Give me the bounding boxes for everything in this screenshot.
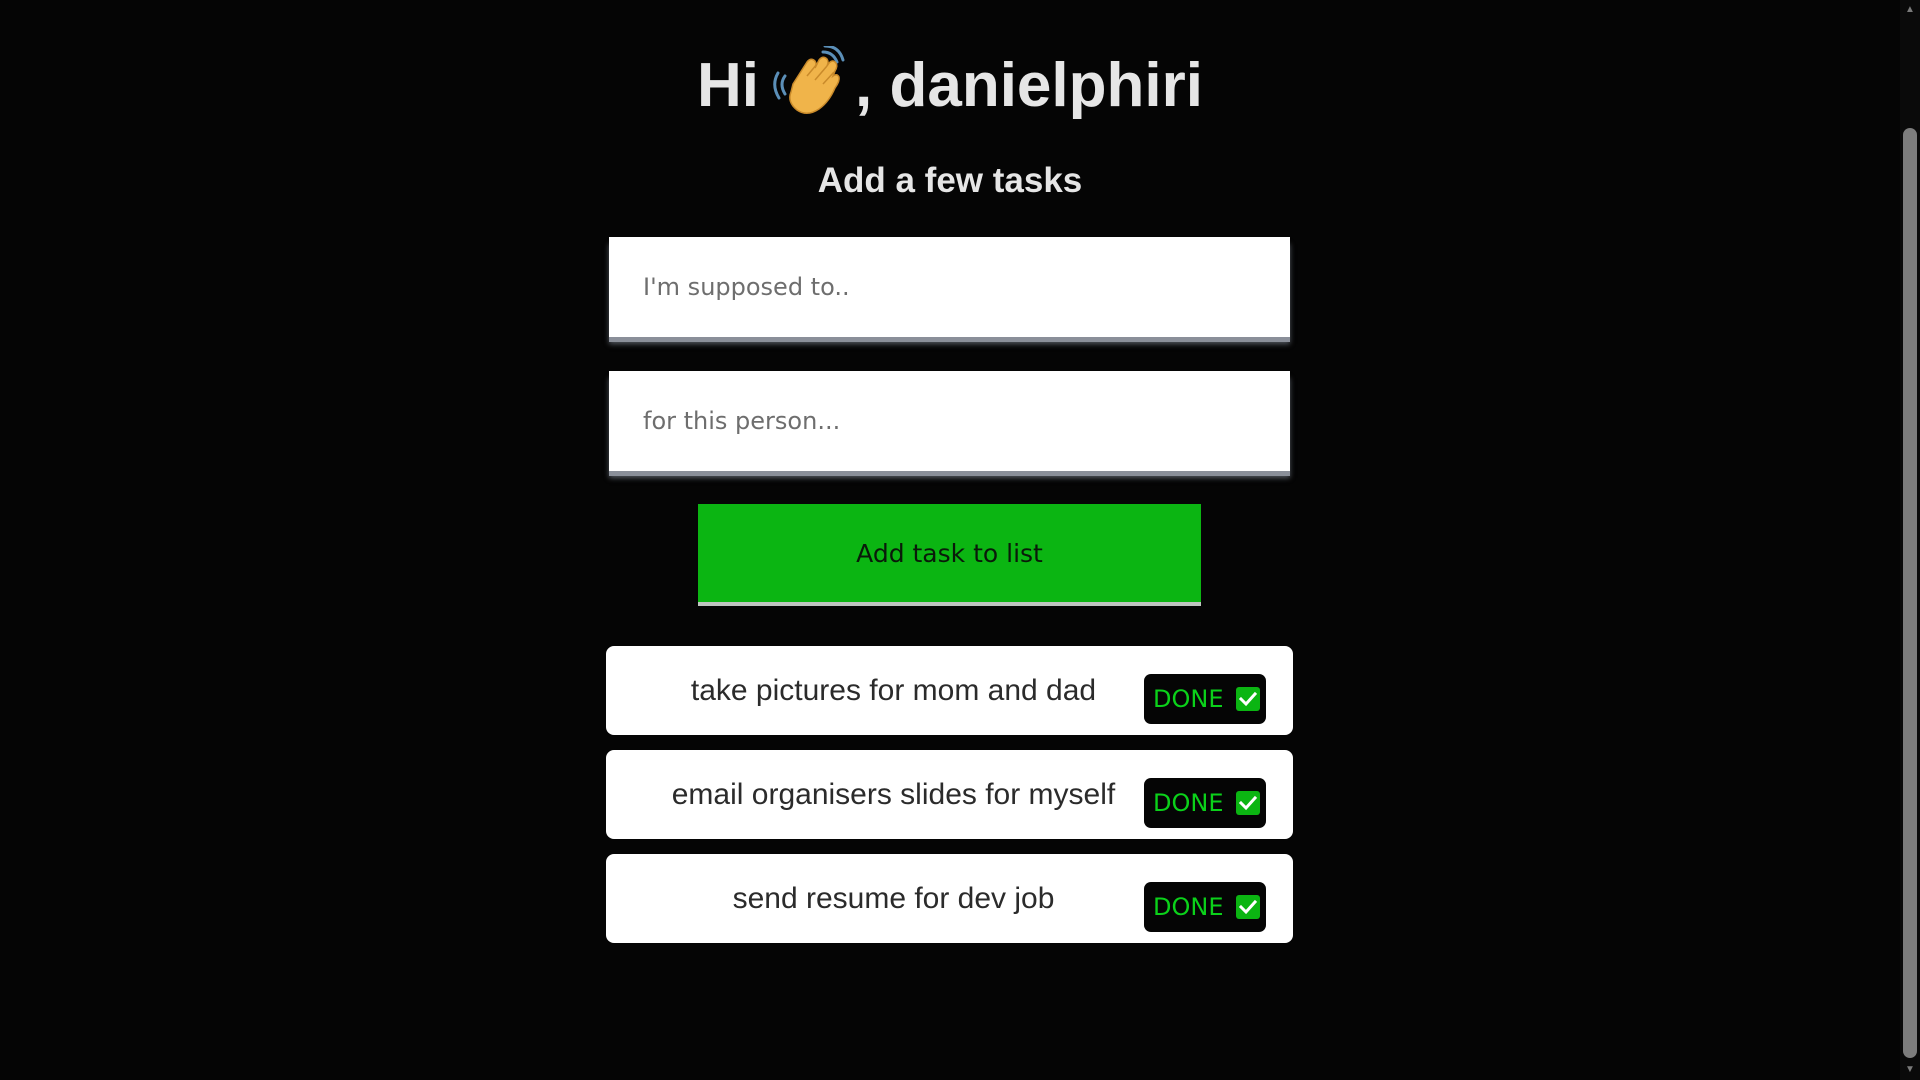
task-text: take pictures for mom and dad xyxy=(690,674,1097,707)
person-field xyxy=(609,371,1290,471)
greeting-heading: Hi , danielphiri xyxy=(0,44,1900,128)
done-label: DONE xyxy=(1153,685,1224,713)
page-subtitle: Add a few tasks xyxy=(817,161,1083,200)
done-button[interactable]: DONE xyxy=(1144,882,1266,932)
task-input[interactable] xyxy=(609,237,1290,337)
waving-hand-icon xyxy=(773,44,849,122)
greeting-username: , danielphiri xyxy=(855,51,1203,120)
check-mark-icon xyxy=(1235,895,1260,919)
check-mark-icon xyxy=(1235,791,1260,815)
page: Hi , danielphiri Add a few tasks Add tas… xyxy=(0,0,1920,1080)
task-list: take pictures for mom and dad DONE email… xyxy=(606,646,1293,958)
task-item: send resume for dev job DONE xyxy=(606,854,1293,943)
task-item: take pictures for mom and dad DONE xyxy=(606,646,1293,735)
scroll-down-arrow-icon[interactable]: ▼ xyxy=(1900,1060,1920,1080)
add-task-button[interactable]: Add task to list xyxy=(698,504,1201,602)
done-button[interactable]: DONE xyxy=(1144,674,1266,724)
person-input[interactable] xyxy=(609,371,1290,471)
greeting-prefix: Hi xyxy=(697,51,760,120)
done-button[interactable]: DONE xyxy=(1144,778,1266,828)
main-content: Hi , danielphiri Add a few tasks Add tas… xyxy=(0,0,1900,1080)
vertical-scrollbar[interactable]: ▲ ▼ xyxy=(1900,0,1920,1080)
scrollbar-thumb[interactable] xyxy=(1903,128,1917,1058)
task-field xyxy=(609,237,1290,337)
scroll-up-arrow-icon[interactable]: ▲ xyxy=(1900,0,1920,20)
check-mark-icon xyxy=(1235,687,1260,711)
done-label: DONE xyxy=(1153,789,1224,817)
task-item: email organisers slides for myself DONE xyxy=(606,750,1293,839)
task-text: email organisers slides for myself xyxy=(671,778,1116,811)
done-label: DONE xyxy=(1153,893,1224,921)
task-text: send resume for dev job xyxy=(732,882,1055,915)
